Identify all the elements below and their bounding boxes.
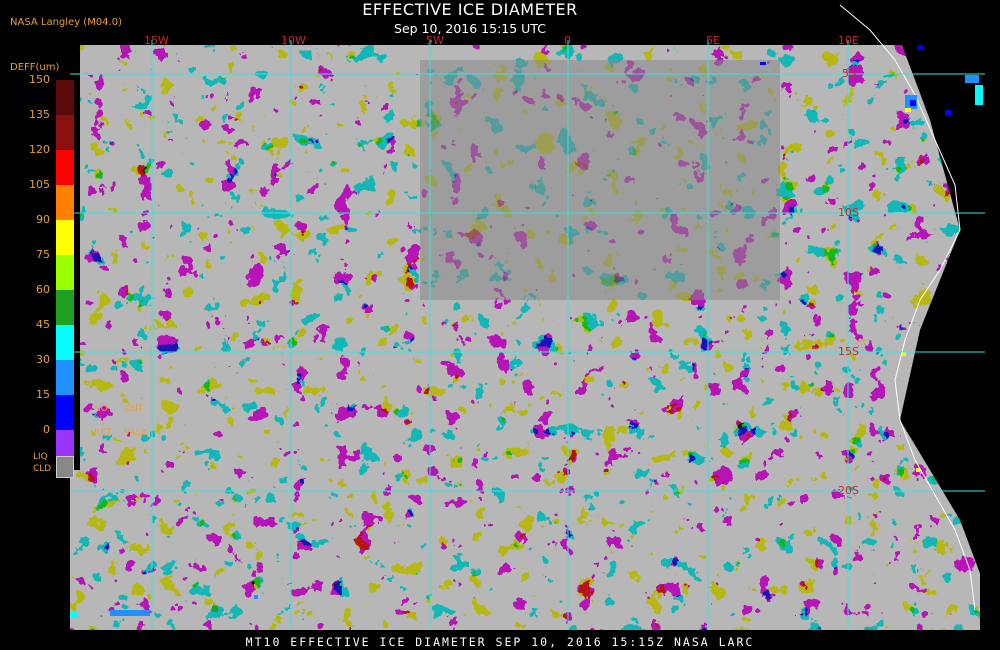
legend-swatch (56, 150, 74, 185)
legend-swatch (56, 115, 74, 150)
legend-tick: 60 (36, 283, 50, 296)
out-of-range-label-2: VALR (124, 428, 148, 438)
no-retrieval-label-1: NO (94, 404, 108, 414)
lon-label-10e: 10E (838, 34, 859, 47)
legend-tick: 15 (36, 388, 50, 401)
legend-swatch (56, 80, 74, 115)
liquid-cloud-label-2: CLD (33, 464, 52, 474)
lon-label-0: 0 (564, 34, 571, 47)
legend-swatch (56, 255, 74, 290)
liquid-cloud-swatch (56, 456, 74, 478)
legend-title: DEFF(um) (10, 62, 60, 73)
liquid-cloud-deck (420, 60, 780, 300)
lat-label-15s: 15S (838, 345, 859, 358)
legend-tick: 90 (36, 213, 50, 226)
liquid-cloud-label-1: LIQ (33, 452, 48, 462)
lon-label-5e: 5E (706, 34, 720, 47)
legend-swatch (56, 290, 74, 325)
legend-swatch (56, 395, 74, 430)
legend-swatch (56, 360, 74, 395)
footer-caption: MT10 EFFECTIVE ICE DIAMETER SEP 10, 2016… (245, 635, 755, 649)
legend-swatch (56, 325, 74, 360)
map-timestamp: Sep 10, 2016 15:15 UTC (394, 21, 546, 36)
legend-tick: 75 (36, 248, 50, 261)
legend-tick: 45 (36, 318, 50, 331)
legend-tick: 0 (43, 423, 50, 436)
lon-label-5w: 5W (426, 34, 444, 47)
map-title: EFFECTIVE ICE DIAMETER (362, 0, 578, 19)
lon-label-15w: 15W (144, 34, 169, 47)
legend-swatch (56, 185, 74, 220)
out-of-range-label-1: OUT (124, 404, 144, 414)
legend-tick: 105 (29, 178, 50, 191)
legend-tick: 150 (29, 73, 50, 86)
cloud-map (70, 4, 985, 630)
legend-tick: 135 (29, 108, 50, 121)
lon-label-10w: 10W (281, 34, 306, 47)
legend-tick: 30 (36, 353, 50, 366)
legend-tick: 120 (29, 143, 50, 156)
lat-label-20s: 20S (838, 484, 859, 497)
lat-label-10s: 10S (838, 206, 859, 219)
lat-label-5s: 5S (842, 67, 856, 80)
legend-swatch (56, 220, 74, 255)
no-retrieval-label-2: RET (94, 428, 112, 438)
